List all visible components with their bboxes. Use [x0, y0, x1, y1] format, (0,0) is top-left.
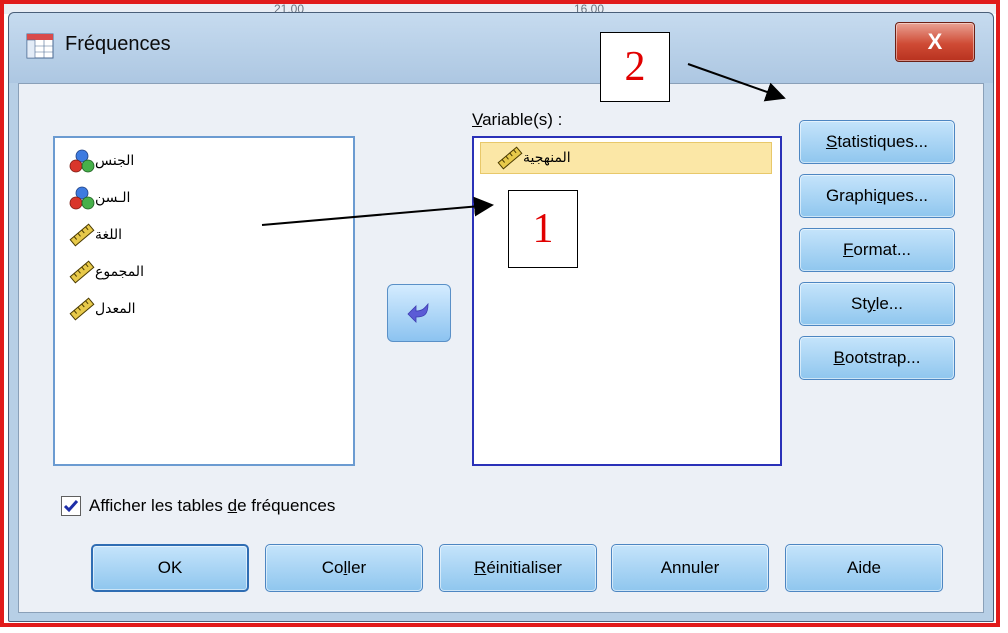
cancel-button[interactable]: Annuler	[611, 544, 769, 592]
move-variable-button[interactable]	[387, 284, 451, 342]
variable-label: الـسن	[95, 190, 131, 206]
help-button[interactable]: Aide	[785, 544, 943, 592]
dialog-body: الجنس الـسن اللغة المجموع المعدل Variable(s)…	[18, 83, 984, 613]
variable-label: المعدل	[95, 301, 136, 317]
scale-variable-icon	[69, 260, 95, 284]
scale-variable-icon	[69, 223, 95, 247]
scale-variable-icon	[69, 297, 95, 321]
source-variable-list[interactable]: الجنس الـسن اللغة المجموع المعدل	[53, 136, 355, 466]
source-variable-item[interactable]: المجموع	[65, 257, 144, 287]
scale-variable-icon	[497, 146, 523, 170]
variable-label: الجنس	[95, 153, 135, 169]
selected-variable-item[interactable]: المنهجية	[480, 142, 772, 174]
charts-button[interactable]: Graphi q ues...	[799, 174, 955, 218]
frequency-tables-checkbox[interactable]	[61, 496, 81, 516]
callout-1: 1	[508, 190, 578, 268]
ok-button[interactable]: OK	[91, 544, 249, 592]
source-variable-item[interactable]: اللغة	[65, 220, 122, 250]
frequency-tables-option[interactable]: Afficher les tables de fréquences	[61, 496, 335, 516]
source-variable-item[interactable]: المعدل	[65, 294, 136, 324]
frequencies-app-icon	[26, 33, 54, 59]
variable-label: المنهجية	[523, 150, 571, 166]
callout-2: 2	[600, 32, 670, 102]
statistics-button[interactable]: Statistiques...	[799, 120, 955, 164]
bootstrap-button[interactable]: Bootstrap...	[799, 336, 955, 380]
target-variable-list[interactable]: المنهجية	[472, 136, 782, 466]
frequency-tables-label: Afficher les tables de fréquences	[89, 496, 336, 515]
nominal-variable-icon	[69, 186, 95, 210]
title-bar: Fréquences X	[9, 13, 993, 83]
variable-label: المجموع	[95, 264, 144, 280]
paste-button[interactable]: Co l ler	[265, 544, 423, 592]
style-button[interactable]: St y le...	[799, 282, 955, 326]
close-button[interactable]: X	[895, 22, 975, 62]
source-variable-item[interactable]: الجنس	[65, 146, 134, 176]
source-variable-item[interactable]: الـسن	[65, 183, 130, 213]
reset-button[interactable]: Réinitialiser	[439, 544, 597, 592]
variable-label: اللغة	[95, 227, 123, 243]
dialog-title: Fréquences	[65, 33, 171, 55]
format-button[interactable]: Format...	[799, 228, 955, 272]
frequencies-dialog: Fréquences X الجنس الـسن اللغة المجموع المعد…	[8, 12, 994, 622]
checkmark-icon	[63, 500, 79, 513]
variables-label: Variable(s) :	[472, 110, 563, 129]
move-back-arrow-icon	[407, 302, 429, 323]
nominal-variable-icon	[69, 149, 95, 173]
